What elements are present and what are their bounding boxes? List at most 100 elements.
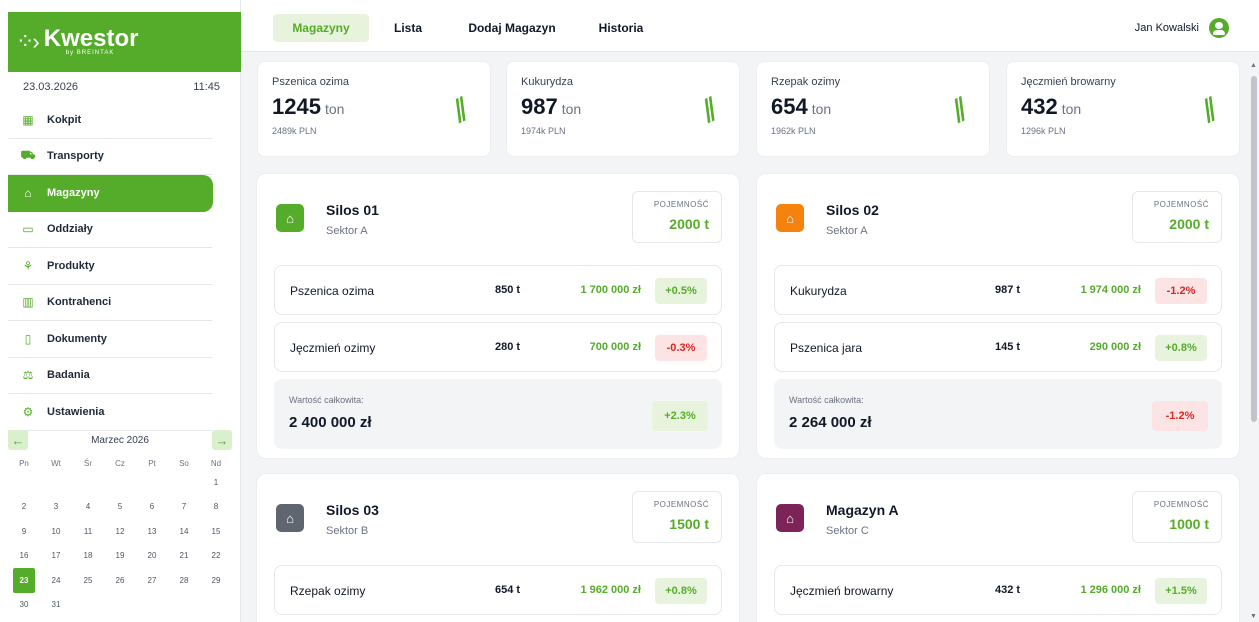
calendar-empty [40, 470, 72, 495]
capacity-label: POJEMNOŚĆ [653, 200, 709, 209]
scroll-down-icon[interactable]: ▼ [1250, 613, 1257, 620]
building-icon: ▥ [22, 295, 34, 310]
calendar-day[interactable]: 26 [104, 568, 136, 593]
calendar-day[interactable]: 3 [40, 495, 72, 520]
silo-name: Silos 03 [326, 502, 379, 518]
calendar-day[interactable]: 18 [72, 544, 104, 569]
summary-value: 987 [521, 94, 558, 119]
scroll-up-icon[interactable]: ▲ [1250, 62, 1257, 69]
summary-card[interactable]: Jęczmień browarny 432 ton 1296k PLN ⫽ [1006, 61, 1240, 157]
product-value: 290 000 zł [1089, 341, 1141, 353]
calendar: ← Marzec 2026 → Pn Wt Śr Cz Pt So Nd 1 2 3 4 5 6 7 8 9 1… [8, 428, 232, 617]
product-quantity: 850 t [495, 284, 521, 296]
product-row[interactable]: Kukurydza 987 t 1 974 000 zł -1.2% [774, 265, 1222, 315]
calendar-prev-button[interactable]: ← [8, 430, 28, 450]
sidebar-item-label: Kokpit [47, 113, 82, 126]
calendar-day[interactable]: 31 [40, 593, 72, 618]
calendar-day-today[interactable]: 23 [13, 568, 35, 593]
calendar-day[interactable]: 8 [200, 495, 232, 520]
scrollbar[interactable]: ▲ ▼ [1249, 52, 1259, 622]
product-name: Kukurydza [790, 284, 847, 298]
sidebar-item-kontrahenci[interactable]: ▥ Kontrahenci [8, 285, 212, 321]
gear-icon: ⚙ [22, 404, 34, 419]
sidebar-item-kokpit[interactable]: ▦ Kokpit [8, 102, 212, 139]
sidebar-item-oddziały[interactable]: ▭ Oddziały [8, 212, 212, 248]
tab-historia[interactable]: Historia [591, 14, 651, 42]
total-value: 2 264 000 zł [789, 414, 872, 431]
user-menu[interactable]: Jan Kowalski [1135, 18, 1229, 38]
product-name: Pszenica jara [790, 341, 863, 355]
silo-sector: Sektor B [326, 525, 369, 537]
calendar-day[interactable]: 24 [40, 568, 72, 593]
silo-header: ⌂ Silos 02 Sektor A POJEMNOŚĆ 2000 t [774, 190, 1222, 258]
user-name: Jan Kowalski [1134, 22, 1199, 34]
sprout-icon: ⚘ [22, 258, 34, 273]
calendar-day[interactable]: 14 [168, 519, 200, 544]
sidebar-item-dokumenty[interactable]: ▯ Dokumenty [8, 321, 212, 358]
calendar-day[interactable]: 11 [72, 519, 104, 544]
calendar-day[interactable]: 9 [8, 519, 40, 544]
calendar-day[interactable]: 21 [168, 544, 200, 569]
calendar-day[interactable]: 4 [72, 495, 104, 520]
calendar-day[interactable]: 2 [8, 495, 40, 520]
warehouse-icon: ⌂ [24, 186, 32, 201]
calendar-day[interactable]: 6 [136, 495, 168, 520]
calendar-day[interactable]: 17 [40, 544, 72, 569]
calendar-day[interactable]: 15 [200, 519, 232, 544]
summary-card[interactable]: Kukurydza 987 ton 1974k PLN ⫽ [506, 61, 740, 157]
product-row[interactable]: Pszenica ozima 850 t 1 700 000 zł +0.5% [274, 265, 722, 315]
product-row[interactable]: Jęczmień ozimy 280 t 700 000 zł -0.3% [274, 322, 722, 372]
calendar-day[interactable]: 16 [8, 544, 40, 569]
scroll-thumb[interactable] [1251, 76, 1257, 422]
summary-pln: 1296k PLN [1021, 126, 1066, 136]
calendar-day[interactable]: 7 [168, 495, 200, 520]
silo-header: ⌂ Silos 01 Sektor A POJEMNOŚĆ 2000 t [274, 190, 722, 258]
summary-value: 1245 [272, 94, 321, 119]
calendar-day[interactable]: 5 [104, 495, 136, 520]
tab-magazyny[interactable]: Magazyny [273, 14, 369, 42]
product-quantity: 432 t [995, 584, 1021, 596]
summary-product-name: Pszenica ozima [272, 76, 350, 88]
warehouse-icon: ⌂ [276, 504, 304, 532]
user-avatar-icon [1209, 18, 1229, 38]
calendar-next-button[interactable]: → [212, 430, 232, 450]
product-row[interactable]: Pszenica jara 145 t 290 000 zł +0.8% [774, 322, 1222, 372]
product-row[interactable]: Jęczmień browarny 432 t 1 296 000 zł +1.5% [774, 565, 1222, 615]
sidebar-item-badania[interactable]: ⚖ Badania [8, 358, 212, 394]
sidebar-item-produkty[interactable]: ⚘ Produkty [8, 248, 212, 285]
summary-value: 654 [771, 94, 808, 119]
silo-name: Magazyn A [826, 502, 899, 518]
change-badge: -0.3% [655, 335, 707, 361]
calendar-day[interactable]: 12 [104, 519, 136, 544]
product-row[interactable]: Rzepak ozimy 654 t 1 962 000 zł +0.8% [274, 565, 722, 615]
calendar-day[interactable]: 27 [136, 568, 168, 593]
calendar-day[interactable]: 13 [136, 519, 168, 544]
total-value-box: Wartość całkowita: 2 400 000 zł +2.3% [274, 379, 722, 449]
silo-name: Silos 01 [326, 202, 379, 218]
summary-card[interactable]: Rzepak ozimy 654 ton 1962k PLN ⫽ [756, 61, 990, 157]
calendar-day[interactable]: 28 [168, 568, 200, 593]
calendar-day[interactable]: 25 [72, 568, 104, 593]
calendar-day[interactable]: 19 [104, 544, 136, 569]
calendar-day[interactable]: 30 [8, 593, 40, 618]
calendar-day[interactable]: 20 [136, 544, 168, 569]
brand-logo[interactable]: ⁘› Kwestor by BREINTAK [8, 12, 241, 72]
calendar-day[interactable]: 1 [200, 470, 232, 495]
brand-name: Kwestor [43, 25, 139, 52]
sidebar-item-ustawienia[interactable]: ⚙ Ustawienia [8, 394, 212, 431]
sidebar-item-magazyny[interactable]: ⌂ Magazyny [8, 175, 213, 212]
summary-card[interactable]: Pszenica ozima 1245 ton 2489k PLN ⫽ [257, 61, 491, 157]
calendar-day[interactable]: 29 [200, 568, 232, 593]
tab-lista[interactable]: Lista [387, 14, 429, 42]
sidebar-item-label: Oddziały [47, 223, 93, 236]
calendar-day[interactable]: 22 [200, 544, 232, 569]
summary-product-name: Jęczmień browarny [1021, 76, 1116, 88]
silo-sector: Sektor C [826, 525, 869, 537]
tab-dodaj-magazyn[interactable]: Dodaj Magazyn [457, 14, 567, 42]
sidebar-item-transporty[interactable]: ⛟ Transporty [8, 139, 212, 175]
change-badge: +1.5% [1155, 578, 1207, 604]
summary-quantity: 432 ton [1021, 94, 1225, 120]
calendar-day[interactable]: 10 [40, 519, 72, 544]
sidebar-item-label: Ustawienia [47, 405, 105, 418]
calendar-weekday: So [179, 458, 189, 468]
